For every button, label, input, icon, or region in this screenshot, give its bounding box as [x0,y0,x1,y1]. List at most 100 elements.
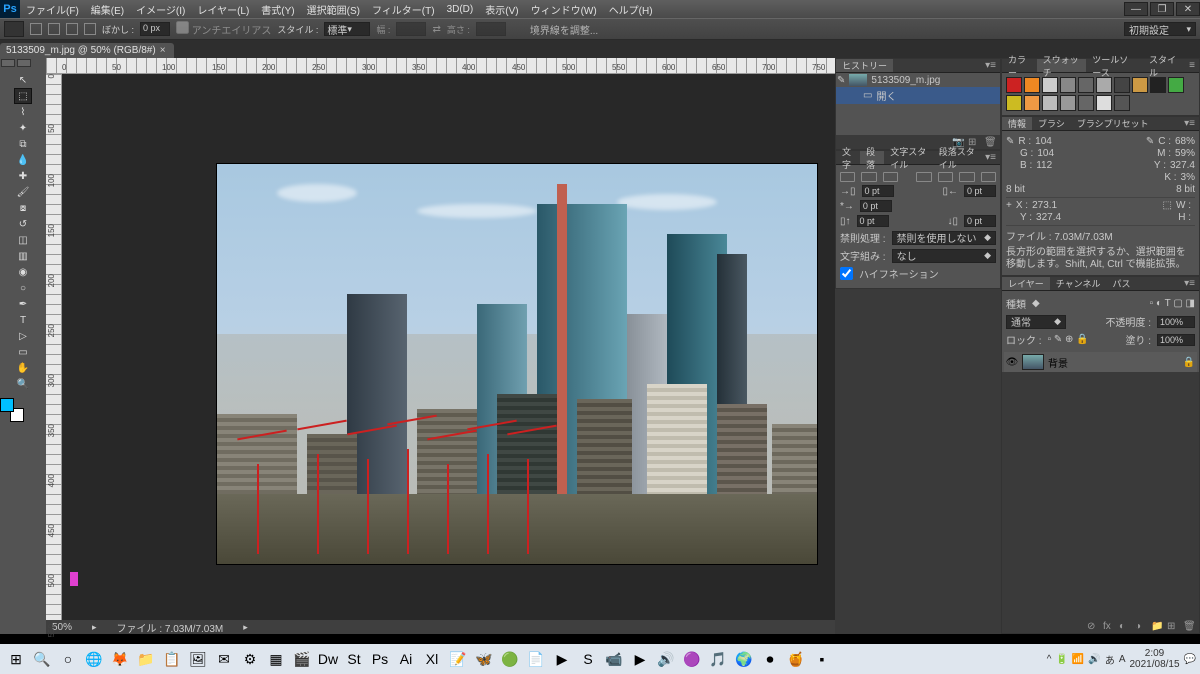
canvas-area[interactable] [62,74,835,620]
info-tab[interactable]: 情報 [1002,117,1032,130]
space-before-input[interactable]: 0 pt [857,215,889,227]
para-style-tab[interactable]: 段落スタイル [933,151,981,164]
taskbar-app-24[interactable]: ▶ [628,647,652,671]
tray-volume-icon[interactable]: 🔊 [1088,654,1100,665]
swatch[interactable] [1132,77,1148,93]
history-source[interactable]: ✎5133509_m.jpg [836,73,1000,87]
taskbar-app-4[interactable]: 🦊 [108,647,132,671]
fx-icon[interactable]: fx [1103,621,1115,631]
hyphenation-checkbox[interactable] [840,267,853,280]
tray-wifi-icon[interactable]: 📶 [1072,654,1084,665]
taskbar-app-26[interactable]: 🟣 [680,647,704,671]
fill-input[interactable]: 100% [1157,334,1195,346]
toolsource-tab[interactable]: ツールソース [1086,59,1143,72]
panel-menu-icon[interactable]: ▾≡ [981,60,1000,71]
tool-hand[interactable]: ✋ [14,360,32,376]
menu-3d[interactable]: 3D(D) [441,0,480,18]
swatch[interactable] [1060,77,1076,93]
new-layer-icon[interactable]: ⊞ [1167,621,1179,631]
refine-edge-button[interactable]: 境界線を調整... [530,22,598,37]
justify-left-icon[interactable] [916,172,931,182]
swatch[interactable] [1042,95,1058,111]
taskbar-app-0[interactable]: ⊞ [4,647,28,671]
adjustment-icon[interactable]: ◑ [1135,621,1147,631]
taskbar-app-22[interactable]: S [576,647,600,671]
foreground-color-swatch[interactable] [0,398,14,412]
trash-icon[interactable]: 🗑 [984,137,996,147]
brush-preset-tab[interactable]: ブラシプリセット [1071,117,1155,130]
trash-icon[interactable]: 🗑 [1183,621,1195,631]
history-tab[interactable]: ヒストリー [836,59,893,72]
tool-brush[interactable]: 🖌 [14,184,32,200]
feather-input[interactable]: 0 px [140,22,170,36]
taskbar-app-29[interactable]: ⏺ [758,647,782,671]
panel-menu-icon[interactable]: ▾≡ [1180,118,1199,129]
tool-gradient[interactable]: ▥ [14,248,32,264]
justify-right-icon[interactable] [959,172,974,182]
close-tab-icon[interactable]: × [160,45,166,56]
menu-view[interactable]: 表示(V) [479,0,524,18]
mojikumi-combo[interactable]: なし◆ [892,249,996,263]
swatch[interactable] [1114,95,1130,111]
swatch[interactable] [1078,77,1094,93]
selection-intersect-icon[interactable] [84,23,96,35]
first-line-indent-input[interactable]: 0 pt [860,200,892,212]
panel-menu-icon[interactable]: ≡ [1185,60,1199,71]
swatch[interactable] [1168,77,1184,93]
paths-tab[interactable]: パス [1106,277,1136,290]
tool-heal[interactable]: ✚ [14,168,32,184]
tool-eraser[interactable]: ◫ [14,232,32,248]
layer-name[interactable]: 背景 [1048,355,1068,370]
taskbar-app-23[interactable]: 📹 [602,647,626,671]
history-step-open[interactable]: ▭開く [836,87,1000,104]
taskbar-app-13[interactable]: St [342,647,366,671]
brush-tab[interactable]: ブラシ [1032,117,1071,130]
align-right-icon[interactable] [883,172,898,182]
layers-tab[interactable]: レイヤー [1002,277,1050,290]
taskbar-app-21[interactable]: ▶ [550,647,574,671]
taskbar-app-25[interactable]: 🔊 [654,647,678,671]
tool-marquee[interactable]: ⬚ [14,88,32,104]
taskbar-app-20[interactable]: 📄 [524,647,548,671]
menu-edit[interactable]: 編集(E) [85,0,130,18]
tray-battery-icon[interactable]: 🔋 [1055,654,1067,665]
channels-tab[interactable]: チャンネル [1050,277,1107,290]
swatch[interactable] [1150,77,1166,93]
tool-shape[interactable]: ▭ [14,344,32,360]
tool-type[interactable]: T [14,312,32,328]
selection-subtract-icon[interactable] [66,23,78,35]
character-tab[interactable]: 文字 [836,151,860,164]
taskbar-app-16[interactable]: Xl [420,647,444,671]
taskbar-app-17[interactable]: 📝 [446,647,470,671]
menu-type[interactable]: 書式(Y) [255,0,300,18]
layer-thumbnail[interactable] [1022,354,1044,370]
tool-zoom[interactable]: 🔍 [14,376,32,392]
tool-history-brush[interactable]: ↺ [14,216,32,232]
taskbar-app-1[interactable]: 🔍 [30,647,54,671]
swatch[interactable] [1042,77,1058,93]
taskbar-app-2[interactable]: ○ [56,647,80,671]
taskbar-app-10[interactable]: ▦ [264,647,288,671]
current-tool-icon[interactable] [4,21,24,37]
close-button[interactable]: ✕ [1176,2,1200,16]
panel-menu-icon[interactable]: ▾≡ [981,152,1000,163]
tool-crop[interactable]: ⧉ [14,136,32,152]
taskbar-clock[interactable]: 2:092021/08/15 [1129,648,1179,670]
taskbar-app-31[interactable]: ▪ [810,647,834,671]
taskbar-app-6[interactable]: 📋 [160,647,184,671]
indent-left-input[interactable]: 0 pt [862,185,894,197]
tool-stamp[interactable]: ⧇ [14,200,32,216]
swatch[interactable] [1024,95,1040,111]
vertical-ruler[interactable]: 050100150200250300350400450500550 [46,74,62,620]
style-combo[interactable]: 標準▾ [324,22,370,36]
document-canvas[interactable] [217,164,817,564]
char-style-tab[interactable]: 文字スタイル [884,151,932,164]
menu-help[interactable]: ヘルプ(H) [603,0,659,18]
swatch[interactable] [1096,77,1112,93]
swatch[interactable] [1006,77,1022,93]
color-tab[interactable]: カラー [1002,59,1037,72]
justify-all-icon[interactable] [981,172,996,182]
taskbar-app-5[interactable]: 📁 [134,647,158,671]
tool-wand[interactable]: ✦ [14,120,32,136]
kinsoku-combo[interactable]: 禁則を使用しない◆ [892,231,996,245]
